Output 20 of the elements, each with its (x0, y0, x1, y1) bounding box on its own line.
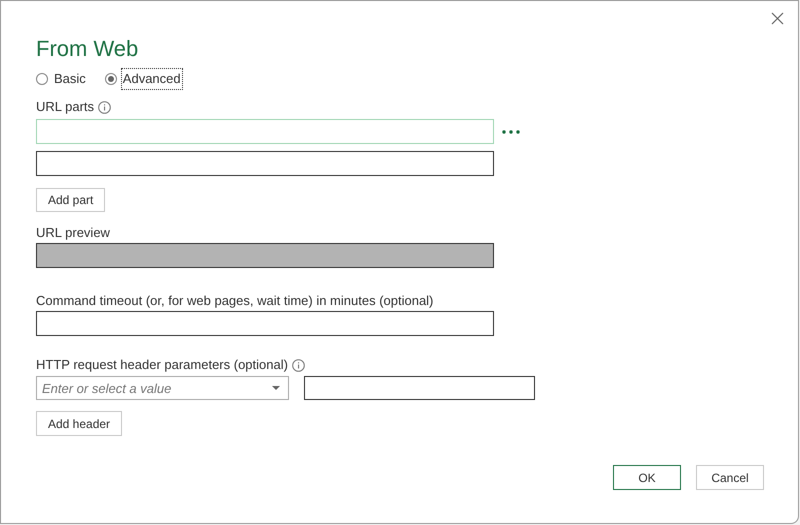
dropdown-caret-icon[interactable] (272, 386, 280, 390)
ok-button[interactable]: OK (613, 465, 681, 490)
radio-option[interactable]: Basic (36, 69, 87, 89)
info-icon[interactable] (98, 100, 112, 114)
more-icon[interactable] (502, 130, 520, 134)
info-icon[interactable] (292, 358, 305, 372)
close-icon (770, 12, 784, 24)
add-part-button[interactable]: Add part (36, 188, 106, 212)
cancel-button[interactable]: Cancel (696, 465, 764, 490)
combo-box[interactable]: Enter or select a value (36, 376, 289, 400)
add-header-button[interactable]: Add header (36, 411, 122, 436)
field-label: Command timeout (or, for web pages, wait time) in minutes (optional) (36, 292, 434, 309)
radio-option[interactable]: Advanced (104, 69, 182, 89)
field-label: HTTP request header parameters (optional) (36, 356, 288, 374)
input-field[interactable] (304, 376, 535, 400)
input-field[interactable] (36, 151, 494, 176)
dialog-title: From Web (36, 35, 138, 63)
input-field[interactable] (36, 311, 494, 336)
field-label: URL parts (36, 98, 94, 116)
field-label: URL preview (36, 224, 110, 241)
